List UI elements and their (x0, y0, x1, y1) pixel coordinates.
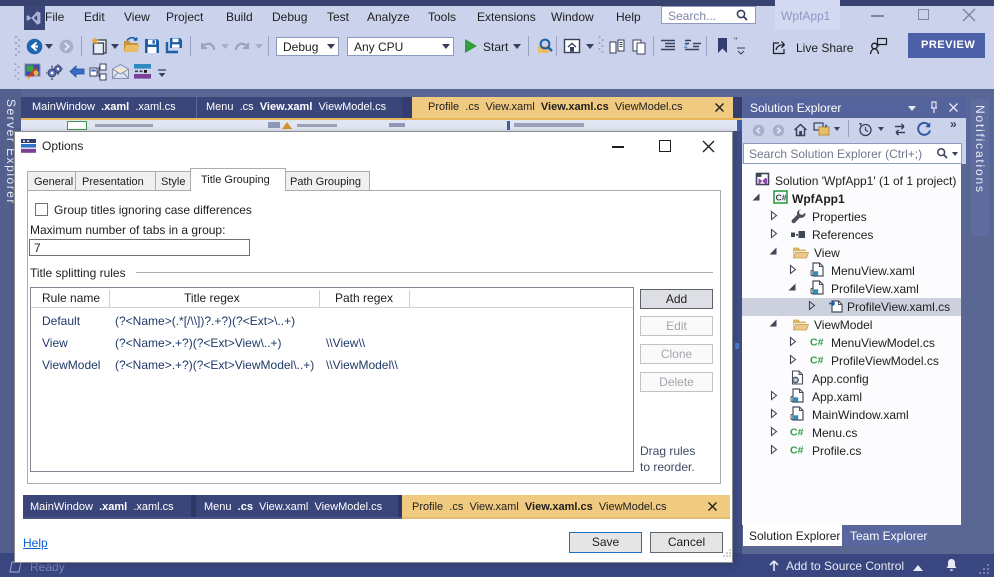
svg-text:2: 2 (684, 43, 688, 50)
svg-text:'': '' (734, 36, 738, 46)
svg-text:C#: C# (810, 355, 824, 367)
svg-text:C#: C# (776, 193, 787, 203)
svg-text:C#: C# (810, 337, 824, 349)
svg-text:C#: C# (790, 427, 804, 439)
svg-text:C#: C# (790, 445, 804, 457)
